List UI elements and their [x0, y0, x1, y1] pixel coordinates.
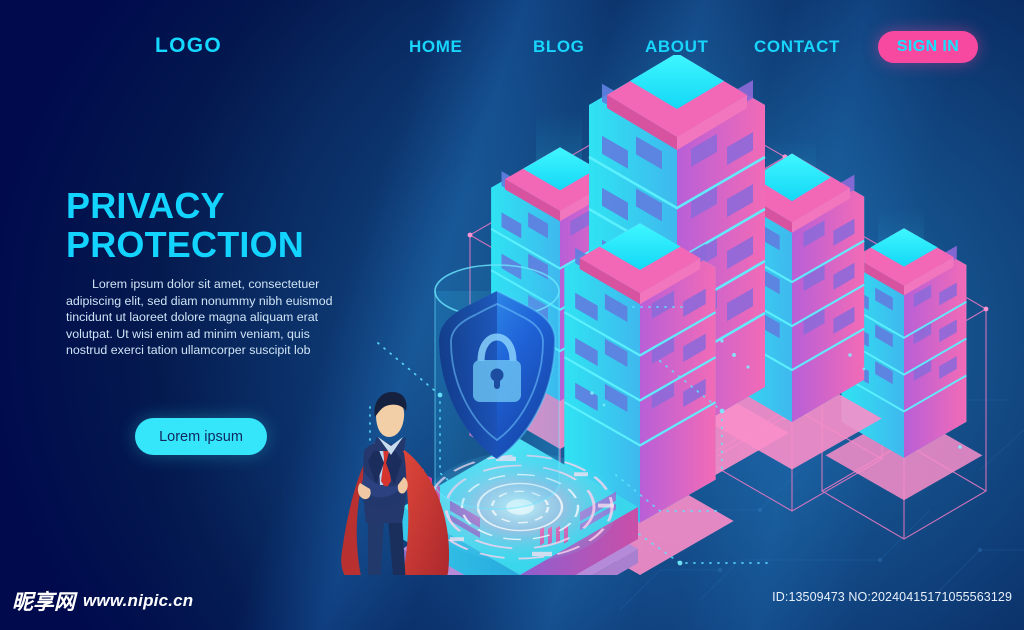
nav-home[interactable]: HOME	[409, 37, 462, 57]
sign-in-button[interactable]: SIGN IN	[878, 31, 978, 63]
hero-paragraph: Lorem ipsum dolor sit amet, consectetuer…	[66, 277, 333, 358]
watermark-url: www.nipic.cn	[83, 591, 194, 610]
image-id-label: ID:13509473 NO:20240415171055563129	[772, 590, 1012, 604]
nav-contact[interactable]: CONTACT	[754, 37, 840, 57]
isometric-datacenter-scene	[341, 55, 989, 575]
page-title-line-1: PRIVACY	[66, 185, 225, 226]
hero-text-block: PRIVACY PROTECTION Lorem ipsum dolor sit…	[66, 186, 356, 359]
watermark-brand-cn: 昵享网	[12, 590, 75, 614]
watermark: 昵享网 www.nipic.cn	[12, 586, 193, 616]
top-navigation-bar: LOGO HOME BLOG ABOUT CONTACT SIGN IN	[0, 0, 1024, 92]
cta-button[interactable]: Lorem ipsum	[135, 418, 267, 455]
privacy-protection-illustration	[330, 55, 1024, 575]
site-logo[interactable]: LOGO	[155, 34, 222, 58]
page-title-line-2: PROTECTION	[66, 224, 305, 265]
page-title: PRIVACY PROTECTION	[66, 186, 356, 264]
nav-blog[interactable]: BLOG	[533, 37, 585, 57]
page-root: LOGO HOME BLOG ABOUT CONTACT SIGN IN PRI…	[0, 0, 1024, 630]
nav-about[interactable]: ABOUT	[645, 37, 708, 57]
